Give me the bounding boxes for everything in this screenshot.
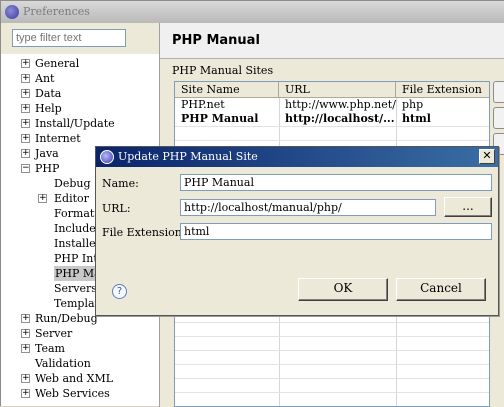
table-row-divider — [175, 336, 489, 337]
sites-label: PHP Manual Sites — [172, 64, 274, 77]
tree-expander-icon[interactable]: + — [21, 59, 30, 68]
table-row-divider — [175, 322, 489, 323]
close-icon[interactable]: ✕ — [479, 149, 495, 164]
column-header-file-extension[interactable]: File Extension — [396, 82, 489, 98]
table-row-divider — [175, 140, 489, 141]
table-row-divider — [175, 392, 489, 393]
tree-item[interactable]: Run/Debug — [35, 311, 98, 326]
name-field[interactable]: PHP Manual — [180, 174, 492, 191]
tree-item[interactable]: Debug — [54, 176, 91, 191]
tree-expander-icon[interactable]: + — [21, 74, 30, 83]
tree-expander-icon[interactable]: − — [21, 164, 30, 173]
tree-item[interactable]: Servers — [54, 281, 97, 296]
eclipse-icon — [100, 150, 114, 164]
tree-expander-icon[interactable]: + — [21, 389, 30, 398]
page-header: PHP Manual — [160, 23, 504, 59]
name-label: Name: — [102, 177, 139, 190]
filter-input[interactable] — [12, 29, 126, 47]
file-extension-label: File Extension: — [102, 226, 186, 239]
tree-item[interactable]: Web and XML — [35, 371, 113, 386]
row-extension: php — [402, 98, 424, 111]
table-row-divider — [175, 126, 489, 127]
tree-expander-icon[interactable]: + — [21, 344, 30, 353]
tree-item[interactable]: Editor — [54, 191, 89, 206]
tree-item[interactable]: Server — [35, 326, 72, 341]
browse-button[interactable]: ... — [444, 197, 492, 217]
preferences-window: Preferences + General + Ant + Data + Help + Insta… — [0, 0, 504, 407]
tree-expander-icon[interactable]: + — [21, 329, 30, 338]
update-site-dialog: Update PHP Manual Site ✕ Name: PHP Manua… — [95, 146, 499, 316]
page-title: PHP Manual — [172, 33, 260, 48]
column-header-site-name[interactable]: Site Name — [175, 82, 279, 98]
row-site-name: PHP.net — [181, 98, 225, 111]
table-row-divider — [175, 378, 489, 379]
tree-item[interactable]: Help — [35, 101, 62, 116]
tree-item[interactable]: Install/Update — [35, 116, 115, 131]
tree-expander-icon[interactable]: + — [21, 134, 30, 143]
table-row-divider — [175, 364, 489, 365]
eclipse-icon — [5, 5, 19, 19]
side-button[interactable] — [493, 81, 504, 103]
tree-item[interactable]: Validation — [35, 356, 91, 371]
side-button[interactable] — [493, 107, 504, 129]
column-header-url[interactable]: URL — [279, 82, 396, 98]
help-icon[interactable]: ? — [112, 284, 127, 299]
tree-expander-icon[interactable]: + — [38, 194, 47, 203]
ok-button[interactable]: OK — [298, 278, 388, 301]
window-title: Preferences — [23, 5, 90, 18]
table-row-divider — [175, 350, 489, 351]
dialog-title: Update PHP Manual Site — [118, 150, 258, 163]
url-label: URL: — [102, 202, 131, 215]
row-url: http://www.php.net/... — [285, 98, 396, 111]
file-extension-field[interactable]: html — [180, 223, 492, 240]
tree-item[interactable]: PHP — [35, 161, 59, 176]
row-url: http://localhost/... — [285, 112, 395, 125]
tree-expander-icon[interactable]: + — [21, 89, 30, 98]
tree-expander-icon[interactable]: + — [21, 119, 30, 128]
tree-item[interactable]: Data — [35, 86, 61, 101]
tree-item[interactable]: Ant — [35, 71, 54, 86]
row-extension: html — [402, 112, 431, 125]
tree-item[interactable]: Java — [35, 146, 59, 161]
window-titlebar: Preferences — [1, 1, 504, 23]
row-site-name: PHP Manual — [181, 112, 259, 125]
tree-expander-icon[interactable]: + — [21, 374, 30, 383]
tree-item[interactable]: Web Services — [35, 386, 110, 401]
tree-expander-icon[interactable]: + — [21, 314, 30, 323]
cancel-button[interactable]: Cancel — [396, 278, 486, 301]
url-field[interactable]: http://localhost/manual/php/ — [180, 199, 436, 216]
dialog-titlebar: Update PHP Manual Site ✕ — [96, 147, 498, 167]
tree-expander-icon[interactable]: + — [21, 104, 30, 113]
tree-item[interactable]: Team — [35, 341, 65, 356]
tree-item[interactable]: Internet — [35, 131, 81, 146]
tree-item[interactable]: General — [35, 56, 79, 71]
tree-expander-icon[interactable]: + — [21, 149, 30, 158]
